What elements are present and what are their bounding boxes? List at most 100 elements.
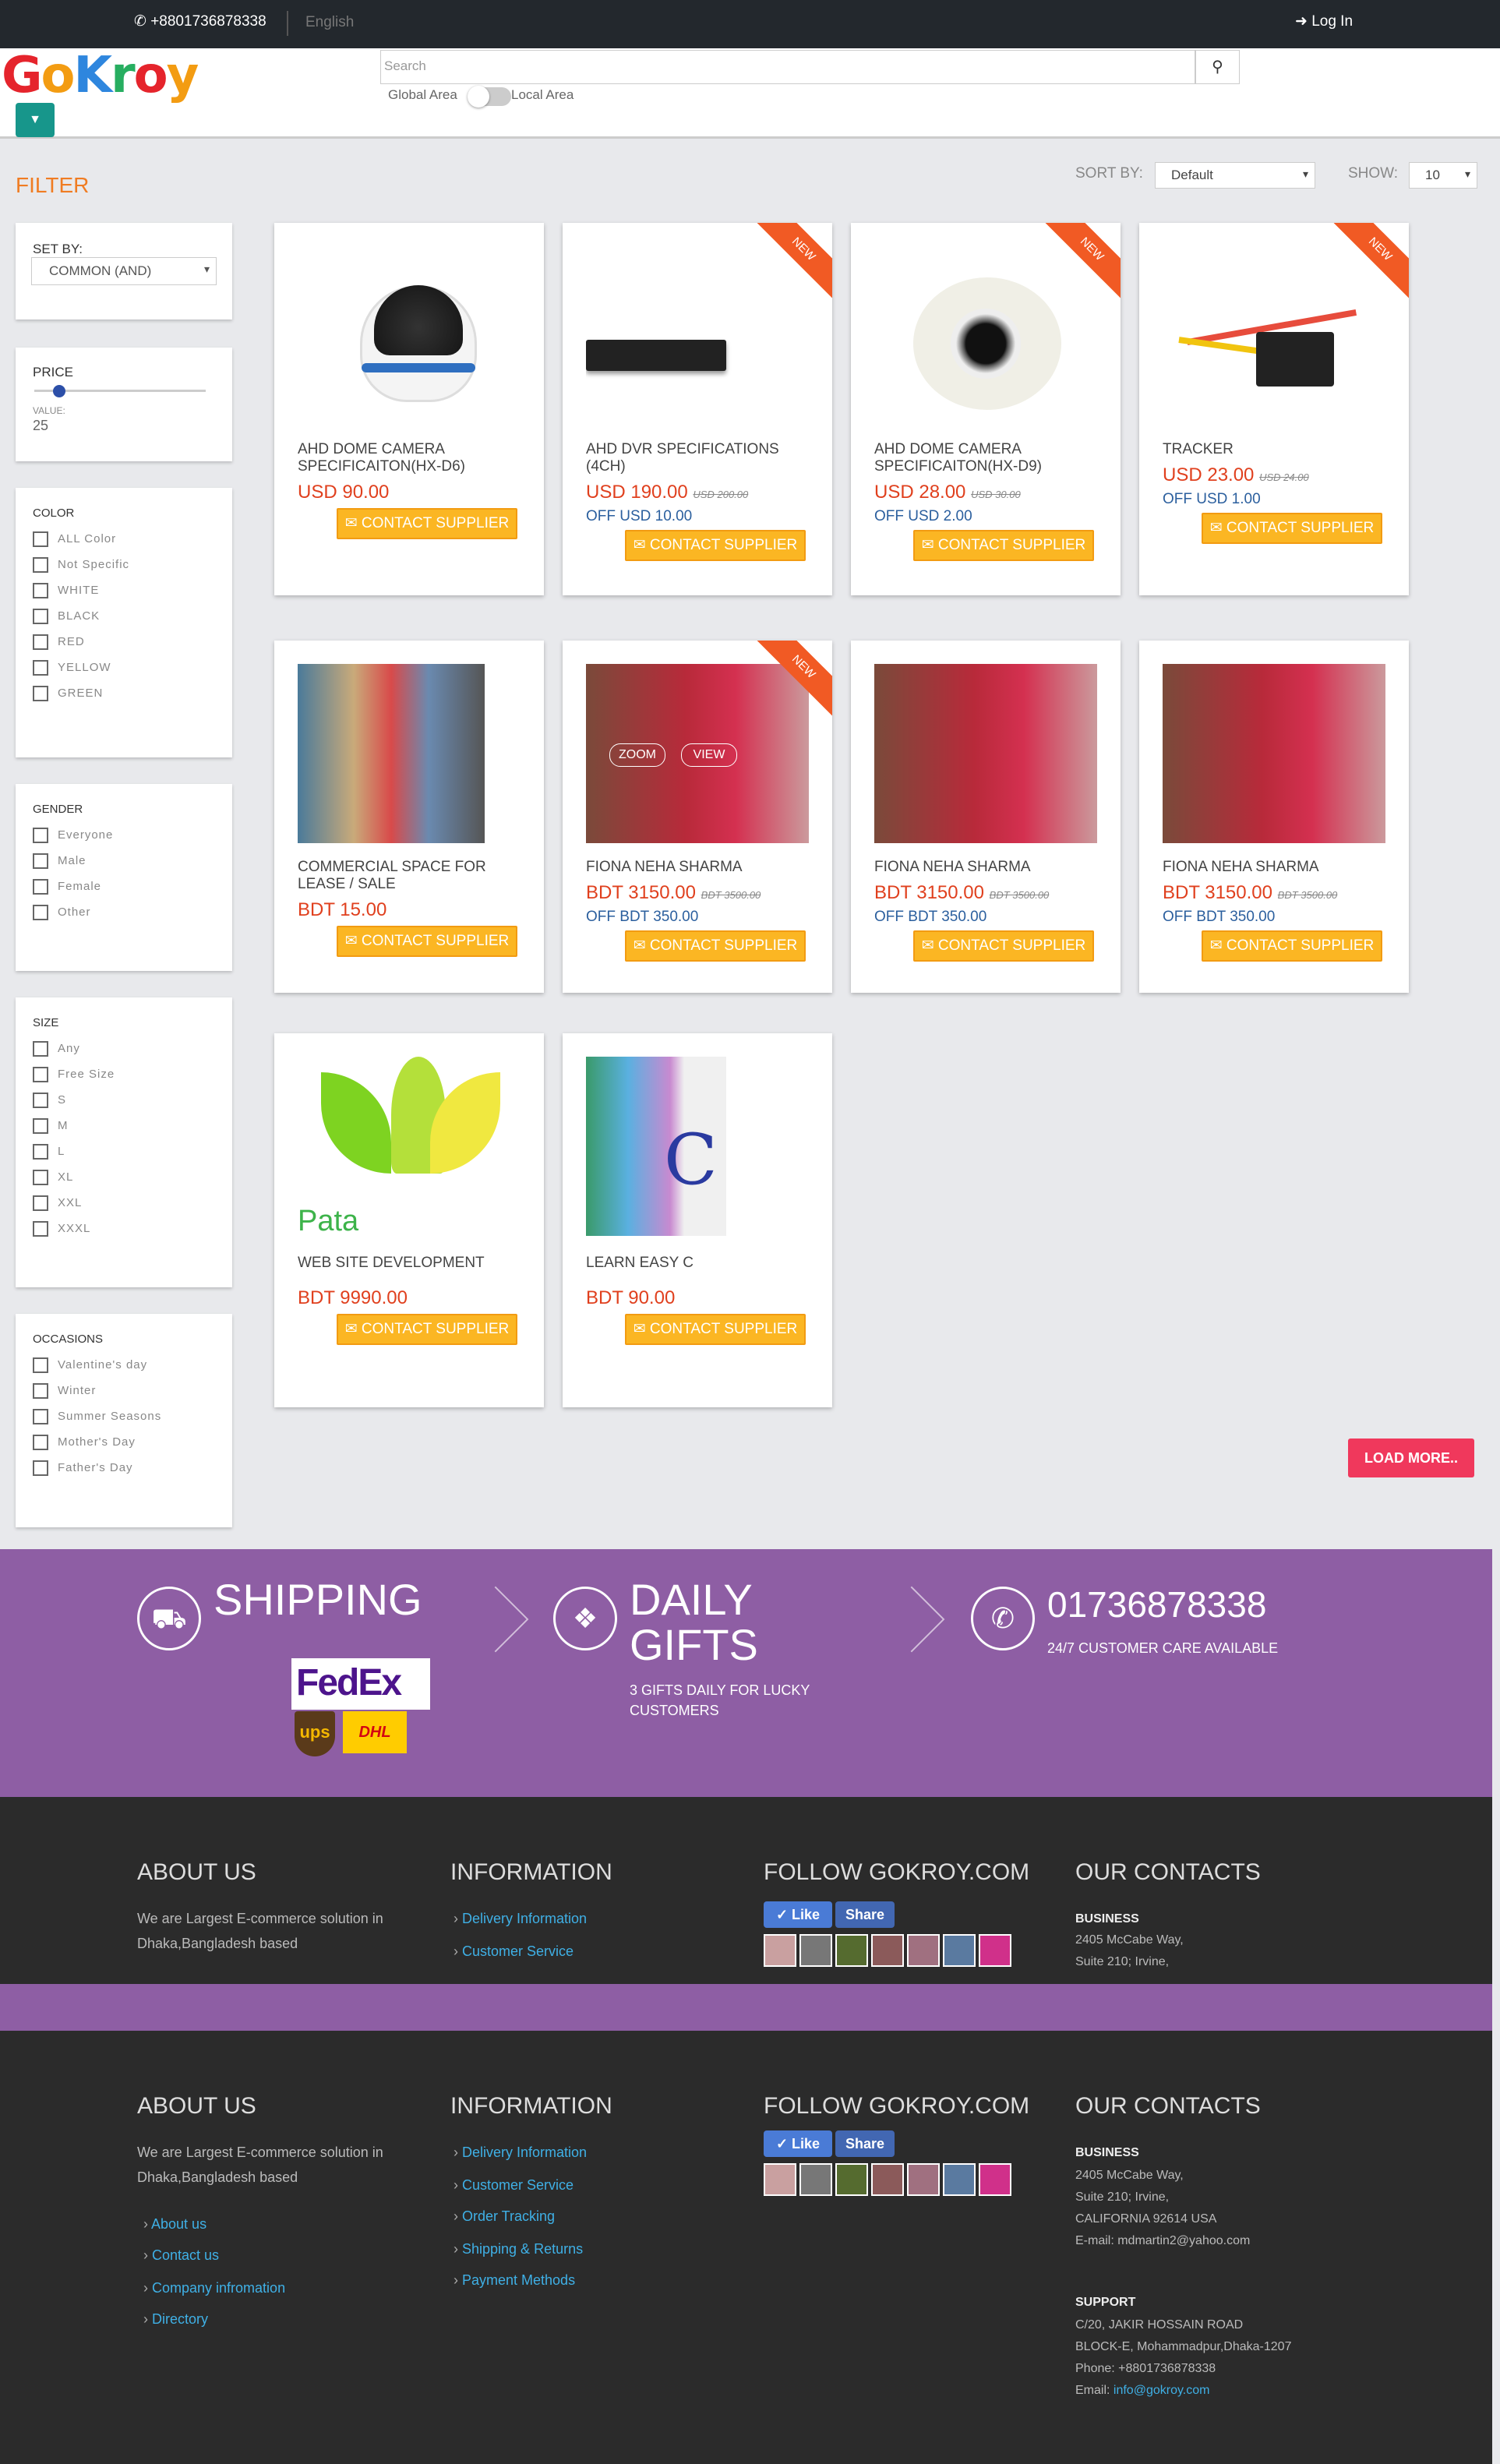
menu-dropdown-button[interactable]: ▼ [16,103,55,137]
checkbox[interactable] [33,557,48,573]
product-name[interactable]: LEARN EASY C [586,1255,820,1272]
checkbox[interactable] [33,1435,48,1450]
contact-supplier-button[interactable]: ✉ CONTACT SUPPLIER [625,1314,806,1345]
filter-option[interactable]: XXXL [33,1221,90,1241]
filter-option[interactable]: WHITE [33,583,99,603]
product-name[interactable]: FIONA NEHA SHARMA [874,859,1108,876]
product-card[interactable]: NEW ZOOM VIEW FIONA NEHA SHARMA BDT 3150.00 … [563,641,832,993]
contact-supplier-button[interactable]: ✉ CONTACT SUPPLIER [625,930,806,962]
about-link[interactable]: Directory [143,2311,208,2328]
product-card[interactable]: Pata Corporation WEB SITE DEVELOPMENT BDT … [274,1033,544,1407]
product-card[interactable]: COMMERCIAL SPACE FOR LEASE / SALE BDT 15.… [274,641,544,993]
filter-option[interactable]: Summer Seasons [33,1409,161,1429]
search-input[interactable]: Search [380,50,1195,84]
filter-option[interactable]: Mother's Day [33,1435,136,1455]
price-slider-handle[interactable] [53,385,65,397]
logo[interactable]: GoKroy [2,47,199,104]
view-button[interactable]: VIEW [681,743,737,767]
checkbox[interactable] [33,686,48,701]
checkbox[interactable] [33,634,48,650]
product-card[interactable]: FIONA NEHA SHARMA BDT 3150.00 BDT 3500.00… [1139,641,1409,993]
checkbox[interactable] [33,531,48,547]
filter-option[interactable]: L [33,1144,65,1164]
contact-supplier-button[interactable]: ✉ CONTACT SUPPLIER [913,530,1094,561]
checkbox[interactable] [33,1041,48,1057]
product-name[interactable]: AHD DVR SPECIFICATIONS (4CH) [586,441,820,475]
product-name[interactable]: AHD DOME CAMERA SPECIFICAITON(HX-D9) [874,441,1108,475]
product-image[interactable] [1163,246,1385,425]
product-image[interactable] [586,246,809,425]
checkbox[interactable] [33,1383,48,1399]
share-button[interactable]: Share [835,1901,895,1928]
product-image[interactable] [874,664,1097,843]
contact-supplier-button[interactable]: ✉ CONTACT SUPPLIER [1202,930,1382,962]
email-link[interactable]: info@gokroy.com [1114,2384,1210,2397]
filter-option[interactable]: Valentine's day [33,1357,147,1378]
info-link[interactable]: Delivery Information [454,2145,587,2161]
checkbox[interactable] [33,1221,48,1237]
info-link[interactable]: Order Tracking [454,2208,555,2225]
product-image[interactable] [298,664,521,843]
about-link[interactable]: Company infromation [143,2280,285,2296]
about-link[interactable]: Contact us [143,2247,219,2264]
filter-option[interactable]: Other [33,905,91,925]
sort-select[interactable]: Default ▾ [1155,162,1315,189]
checkbox[interactable] [33,1170,48,1185]
filter-option[interactable]: XL [33,1170,73,1190]
product-card[interactable]: NEW AHD DOME CAMERA SPECIFICAITON(HX-D9) U… [851,223,1121,595]
contact-supplier-button[interactable]: ✉ CONTACT SUPPLIER [337,926,517,957]
product-name[interactable]: AHD DOME CAMERA SPECIFICAITON(HX-D6) [298,441,531,475]
about-link[interactable]: About us [143,2216,206,2233]
checkbox[interactable] [33,1144,48,1160]
show-select[interactable]: 10 ▾ [1409,162,1477,189]
like-button[interactable]: ✓ Like [764,2130,832,2157]
contact-supplier-button[interactable]: ✉ CONTACT SUPPLIER [1202,513,1382,544]
contact-supplier-button[interactable]: ✉ CONTACT SUPPLIER [337,508,517,539]
info-link[interactable]: Customer Service [454,1943,574,1960]
checkbox[interactable] [33,879,48,895]
product-card[interactable]: AHD DOME CAMERA SPECIFICAITON(HX-D6) USD … [274,223,544,595]
checkbox[interactable] [33,609,48,624]
info-link[interactable]: Shipping & Returns [454,2241,583,2257]
zoom-button[interactable]: ZOOM [609,743,665,767]
search-button[interactable]: ⚲ [1195,50,1240,84]
product-card[interactable]: NEW TRACKER USD 23.00 USD 24.00 OFF USD 1.0… [1139,223,1409,595]
filter-option[interactable]: Everyone [33,828,113,848]
checkbox[interactable] [33,853,48,869]
filter-option[interactable]: Free Size [33,1067,115,1087]
checkbox[interactable] [33,828,48,843]
set-by-select[interactable]: COMMON (AND) ▾ [31,257,217,285]
phone-number[interactable]: ✆ +8801736878338 [134,12,266,30]
filter-option[interactable]: Not Specific [33,557,129,577]
info-link[interactable]: Payment Methods [454,2272,575,2289]
contact-supplier-button[interactable]: ✉ CONTACT SUPPLIER [625,530,806,561]
product-image[interactable]: C [586,1057,809,1236]
info-link[interactable]: Delivery Information [454,1911,587,1927]
share-button[interactable]: Share [835,2130,895,2157]
checkbox[interactable] [33,1067,48,1082]
filter-option[interactable]: YELLOW [33,660,111,680]
filter-option[interactable]: XXL [33,1195,82,1216]
product-name[interactable]: COMMERCIAL SPACE FOR LEASE / SALE [298,859,531,893]
info-link[interactable]: Customer Service [454,2177,574,2194]
checkbox[interactable] [33,1093,48,1108]
product-card[interactable]: FIONA NEHA SHARMA BDT 3150.00 BDT 3500.00… [851,641,1121,993]
filter-option[interactable]: GREEN [33,686,103,706]
login-link[interactable]: ➜ Log In [1295,12,1353,30]
filter-option[interactable]: BLACK [33,609,100,629]
checkbox[interactable] [33,1118,48,1134]
product-name[interactable]: WEB SITE DEVELOPMENT [298,1255,531,1272]
contact-supplier-button[interactable]: ✉ CONTACT SUPPLIER [337,1314,517,1345]
product-name[interactable]: FIONA NEHA SHARMA [586,859,820,876]
load-more-button[interactable]: LOAD MORE.. [1348,1439,1474,1477]
checkbox[interactable] [33,660,48,676]
product-name[interactable]: FIONA NEHA SHARMA [1163,859,1396,876]
filter-option[interactable]: M [33,1118,69,1138]
product-card[interactable]: C LEARN EASY C BDT 90.00 ✉ CONTACT SUPPLIE… [563,1033,832,1407]
filter-option[interactable]: S [33,1093,66,1113]
product-image[interactable] [298,246,521,425]
product-image[interactable] [874,246,1097,425]
area-toggle[interactable] [468,86,511,108]
filter-option[interactable]: ALL Color [33,531,116,552]
like-button[interactable]: ✓ Like [764,1901,832,1928]
